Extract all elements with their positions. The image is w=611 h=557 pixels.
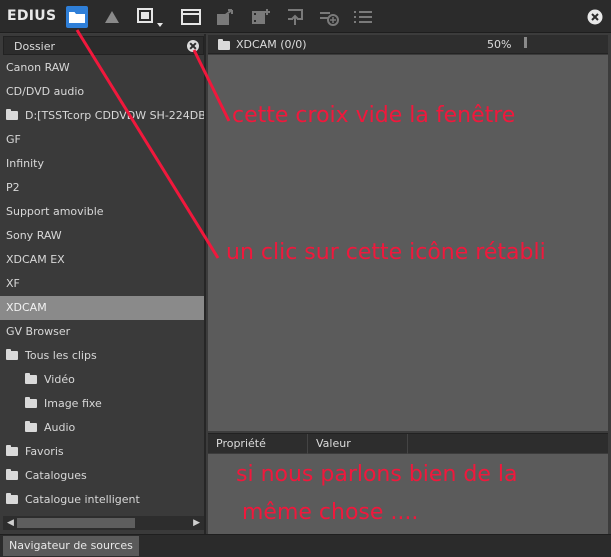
tree-item[interactable]: Catalogue intelligent [0, 488, 204, 512]
folder-tree: Canon RAW CD/DVD audio D:[TSSTcorp CDDVDW … [0, 56, 204, 512]
tree-item[interactable]: XF [0, 272, 204, 296]
up-button[interactable] [101, 6, 123, 28]
list-button[interactable] [352, 6, 374, 28]
tree-item[interactable]: Sony RAW [0, 224, 204, 248]
tree-item-label: XDCAM [6, 301, 47, 314]
list-icon [354, 11, 372, 23]
close-window-button[interactable] [584, 6, 606, 28]
tree-item[interactable]: Audio [0, 416, 204, 440]
tree-item[interactable]: XDCAM EX [0, 248, 204, 272]
scroll-right-icon[interactable]: ▶ [193, 518, 200, 528]
tree-item-label: Tous les clips [25, 349, 97, 362]
tree-item-label: D:[TSSTcorp CDDVDW SH-224DB SB0 [25, 109, 204, 122]
window-button[interactable] [180, 6, 202, 28]
display-mode-button[interactable] [134, 6, 166, 28]
tree-item-label: Catalogue intelligent [25, 493, 140, 506]
folder-icon [6, 108, 18, 120]
window-icon [181, 9, 201, 25]
annotation-text-question-line1: si nous parlons bien de la [236, 462, 518, 487]
folder-panel: Dossier Canon RAW CD/DVD audio D:[TSSTcorp… [0, 34, 206, 534]
tree-item-label: Image fixe [44, 397, 102, 410]
source-browser-tab[interactable]: Navigateur de sources [3, 536, 139, 556]
tree-item-label: P2 [6, 181, 20, 194]
folder-icon [69, 11, 85, 23]
export-button[interactable] [215, 6, 237, 28]
tree-item[interactable]: Image fixe [0, 392, 204, 416]
add-button[interactable] [318, 6, 340, 28]
tree-item[interactable]: Tous les clips [0, 344, 204, 368]
clip-view-title: XDCAM (0/0) [236, 38, 307, 51]
zoom-slider[interactable] [524, 37, 527, 48]
tree-item[interactable]: P2 [0, 176, 204, 200]
tree-item-label: Canon RAW [6, 61, 70, 74]
folder-icon [25, 420, 37, 432]
clip-icon [252, 9, 270, 24]
clip-button[interactable] [250, 6, 272, 28]
folder-icon [25, 396, 37, 408]
tree-item[interactable]: CD/DVD audio [0, 80, 204, 104]
tree-item[interactable]: Favoris [0, 440, 204, 464]
property-column-header[interactable]: Propriété [208, 434, 308, 454]
tree-item[interactable]: GF [0, 128, 204, 152]
tree-item[interactable]: Vidéo [0, 368, 204, 392]
upload-button[interactable] [284, 6, 306, 28]
folder-icon [6, 468, 18, 480]
tree-item[interactable]: D:[TSSTcorp CDDVDW SH-224DB SB0 [0, 104, 204, 128]
app-logo: EDIUS [7, 8, 57, 24]
export-icon [217, 9, 233, 25]
toolbar: EDIUS [0, 0, 611, 33]
bottom-tab-bar: Navigateur de sources [0, 534, 611, 557]
horizontal-scrollbar[interactable]: ◀ ▶ [3, 516, 204, 530]
tree-item-label: Audio [44, 421, 76, 434]
tree-item-label: Sony RAW [6, 229, 62, 242]
value-column-header[interactable]: Valeur [308, 434, 408, 454]
annotation-text-restore: un clic sur cette icône rétabli [226, 240, 546, 265]
annotation-text-close: cette croix vide la fenêtre [232, 103, 516, 128]
tree-item[interactable]: Infinity [0, 152, 204, 176]
folder-icon [6, 444, 18, 456]
tree-item[interactable]: GV Browser [0, 320, 204, 344]
tree-item-label: GV Browser [6, 325, 71, 338]
folder-icon [6, 348, 18, 360]
folder-icon [6, 492, 18, 504]
tree-item-label: CD/DVD audio [6, 85, 85, 98]
tree-item-label: Favoris [25, 445, 64, 458]
folder-panel-title: Dossier [14, 40, 56, 53]
tree-item-label: GF [6, 133, 21, 146]
tree-item-label: XDCAM EX [6, 253, 65, 266]
tree-item-label: XF [6, 277, 20, 290]
tree-item[interactable]: Support amovible [0, 200, 204, 224]
tree-item-label: Catalogues [25, 469, 87, 482]
annotation-text-question-line2: même chose .... [242, 500, 419, 525]
folder-panel-header: Dossier [3, 36, 204, 55]
scroll-left-icon[interactable]: ◀ [7, 518, 14, 528]
tree-item-label: Infinity [6, 157, 44, 170]
folder-icon [218, 39, 230, 50]
tree-item[interactable]: Canon RAW [0, 56, 204, 80]
zoom-level: 50% [487, 38, 512, 51]
properties-header: Propriété Valeur [208, 433, 608, 454]
tree-item[interactable]: XDCAM [0, 296, 204, 320]
tree-item-label: Support amovible [6, 205, 104, 218]
close-icon [587, 9, 603, 25]
clear-close-icon[interactable] [187, 40, 199, 52]
folder-view-button[interactable] [66, 6, 88, 28]
tree-item[interactable]: Catalogues [0, 464, 204, 488]
upload-icon [288, 9, 303, 25]
clip-view-header: XDCAM (0/0) 50% [208, 35, 608, 54]
folder-icon [25, 372, 37, 384]
display-mode-icon [137, 8, 163, 27]
scrollbar-thumb[interactable] [17, 518, 135, 528]
triangle-icon [105, 11, 119, 23]
add-icon [320, 12, 339, 26]
tree-item-label: Vidéo [44, 373, 75, 386]
